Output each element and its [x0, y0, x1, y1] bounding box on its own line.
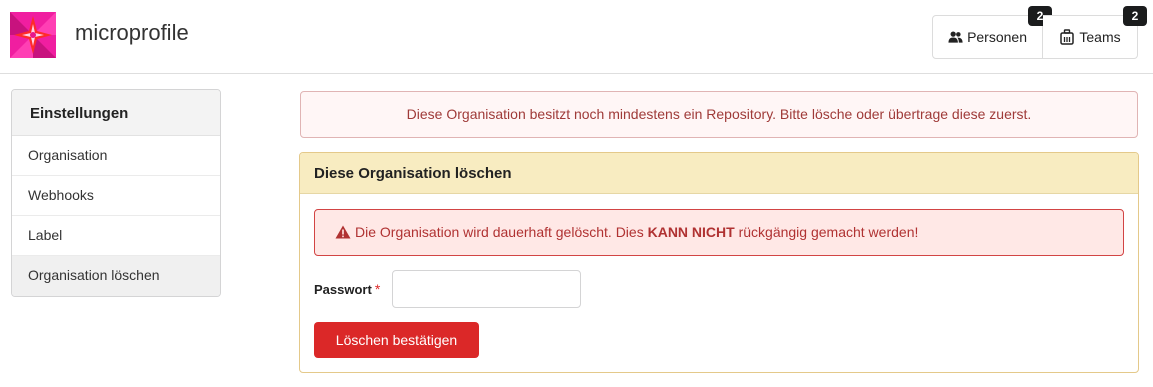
sidebar-item-delete-organisation[interactable]: Organisation löschen — [12, 256, 220, 296]
members-label: Personen — [967, 29, 1027, 45]
confirm-delete-button[interactable]: Löschen bestätigen — [314, 322, 479, 358]
password-label-text: Passwort — [314, 282, 372, 297]
sidebar-item-labels[interactable]: Label — [12, 216, 220, 256]
sidebar-title: Einstellungen — [12, 90, 220, 136]
permanent-delete-warning: Die Organisation wird dauerhaft gelöscht… — [314, 209, 1124, 256]
sidebar-item-webhooks[interactable]: Webhooks — [12, 176, 220, 216]
warning-text-suffix: rückgängig gemacht werden! — [734, 224, 919, 240]
users-icon — [948, 31, 963, 43]
organization-avatar[interactable] — [10, 12, 56, 58]
org-title: microprofile — [75, 20, 189, 45]
password-field[interactable] — [392, 270, 581, 308]
warning-text-emphasis: KANN NICHT — [647, 224, 735, 240]
top-header: microprofile Personen 2 Teams 2 — [0, 0, 1153, 74]
delete-organisation-panel: Diese Organisation löschen Die Organisat… — [299, 152, 1139, 373]
members-button[interactable]: Personen 2 — [932, 6, 1052, 59]
briefcase-icon — [1060, 29, 1075, 45]
sidebar-item-organisation[interactable]: Organisation — [12, 136, 220, 176]
header-actions: Personen 2 Teams 2 — [932, 6, 1147, 59]
settings-sidebar: Einstellungen Organisation Webhooks Labe… — [11, 89, 221, 297]
teams-label: Teams — [1079, 29, 1121, 45]
repository-error-message: Diese Organisation besitzt noch mindeste… — [300, 91, 1138, 138]
required-marker: * — [374, 281, 381, 297]
warning-text-prefix: Die Organisation wird dauerhaft gelöscht… — [355, 224, 648, 240]
password-label: Passwort * — [314, 281, 380, 297]
delete-panel-title: Diese Organisation löschen — [300, 153, 1138, 194]
warning-icon — [335, 225, 351, 239]
teams-button[interactable]: Teams 2 — [1043, 6, 1147, 59]
teams-count-badge: 2 — [1123, 6, 1147, 26]
